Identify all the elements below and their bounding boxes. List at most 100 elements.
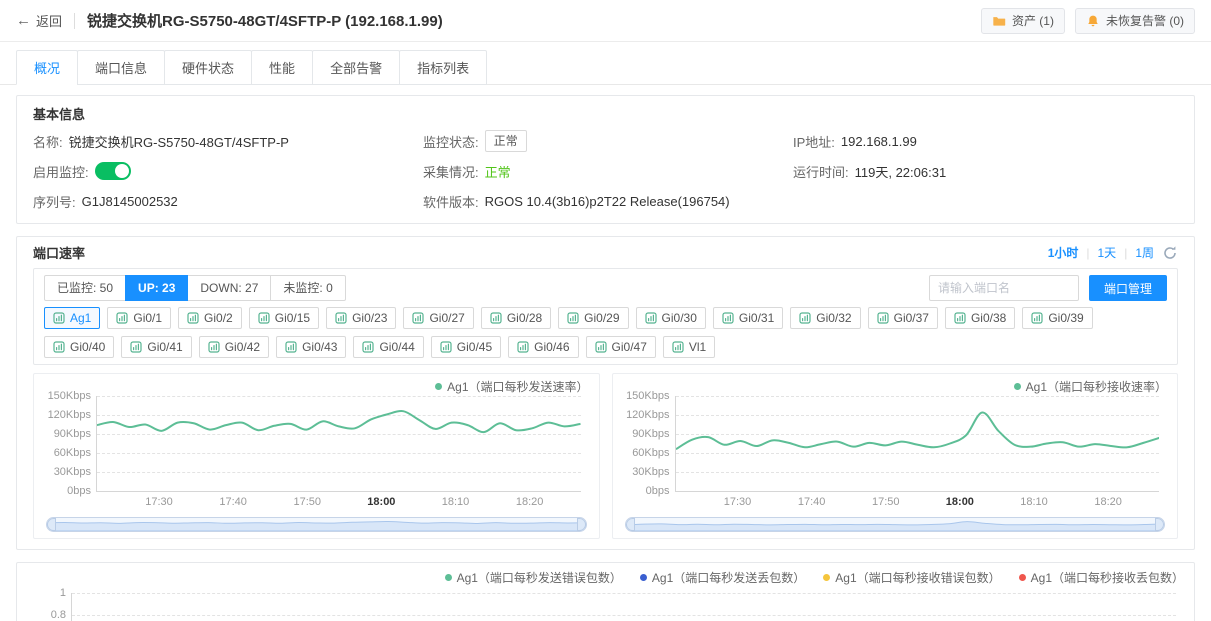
field-name: 名称: 锐捷交换机RG-S5750-48GT/4SFTP-P xyxy=(33,129,423,153)
topbar: ← 返回 锐捷交换机RG-S5750-48GT/4SFTP-P (192.168… xyxy=(0,0,1211,42)
slider-handle-left[interactable] xyxy=(47,518,56,531)
port-icon xyxy=(567,312,579,324)
packet-legend-item: Ag1（端口每秒发送错误包数） xyxy=(444,569,622,586)
field-value: 锐捷交换机RG-S5750-48GT/4SFTP-P xyxy=(68,134,289,150)
tab-port-info[interactable]: 端口信息 xyxy=(77,50,166,85)
tab-metric-list[interactable]: 指标列表 xyxy=(399,50,488,85)
port-chip[interactable]: Gi0/23 xyxy=(326,307,397,329)
back-button[interactable]: ← 返回 xyxy=(16,11,62,30)
port-chip-label: Gi0/28 xyxy=(506,311,543,325)
tab-overview[interactable]: 概况 xyxy=(16,50,79,85)
port-chip[interactable]: Gi0/37 xyxy=(867,307,938,329)
port-chip[interactable]: Gi0/30 xyxy=(635,307,706,329)
port-chip[interactable]: Vl1 xyxy=(662,336,716,358)
period-option[interactable]: 1周 xyxy=(1135,244,1154,261)
field-software-version: 软件版本: RGOS 10.4(3b16)p2T22 Release(196754… xyxy=(423,189,793,213)
port-chip[interactable]: Gi0/41 xyxy=(121,336,192,358)
port-chip-label: Gi0/41 xyxy=(147,340,183,354)
port-icon xyxy=(1031,312,1043,324)
tab-performance[interactable]: 性能 xyxy=(251,50,314,85)
range-slider-area xyxy=(47,518,586,531)
port-chip[interactable]: Gi0/29 xyxy=(558,307,629,329)
range-slider[interactable] xyxy=(624,517,1165,532)
port-chip[interactable]: Gi0/1 xyxy=(107,307,172,329)
tab-all-alarms[interactable]: 全部告警 xyxy=(312,50,401,85)
x-axis-label: 17:50 xyxy=(871,496,900,508)
port-chip[interactable]: Gi0/38 xyxy=(944,307,1016,329)
status-filter-up[interactable]: UP: 23 xyxy=(125,275,189,301)
back-arrow-icon: ← xyxy=(16,12,31,29)
unrecovered-alarm-button[interactable]: 未恢复告警 (0) xyxy=(1074,7,1195,34)
status-filter-down[interactable]: DOWN: 27 xyxy=(187,275,272,301)
port-chip[interactable]: Gi0/45 xyxy=(430,336,502,358)
slider-handle-right[interactable] xyxy=(576,518,586,531)
asset-button[interactable]: 资产 (1) xyxy=(980,7,1065,34)
x-axis-label: 18:10 xyxy=(1020,496,1048,508)
period-option[interactable]: 1天 xyxy=(1098,244,1117,261)
gridline xyxy=(72,593,1176,594)
y-axis-label: 30Kbps xyxy=(53,466,91,478)
port-search-input[interactable] xyxy=(928,275,1079,301)
port-chip[interactable]: Ag1 xyxy=(44,307,101,329)
status-filter-unmonitored[interactable]: 未监控: 0 xyxy=(270,275,346,301)
port-chip-label: Gi0/37 xyxy=(893,311,929,325)
tab-hardware-status[interactable]: 硬件状态 xyxy=(164,50,253,85)
field-uptime: 运行时间: 119天, 22:06:31 xyxy=(793,159,1178,183)
refresh-icon[interactable] xyxy=(1162,245,1178,261)
port-chip-label: Gi0/38 xyxy=(970,311,1007,325)
rate-line-chart xyxy=(676,396,1160,491)
port-icon xyxy=(130,341,142,353)
folder-icon xyxy=(993,16,1006,26)
field-label: IP地址: xyxy=(793,134,835,150)
port-chip[interactable]: Gi0/42 xyxy=(198,336,270,358)
field-label: 序列号: xyxy=(33,194,76,210)
device-detail-page: ← 返回 锐捷交换机RG-S5750-48GT/4SFTP-P (192.168… xyxy=(0,0,1211,621)
port-chip[interactable]: Gi0/39 xyxy=(1022,307,1093,329)
port-selector-box: 已监控: 50UP: 23DOWN: 27未监控: 0 端口管理 Ag1 Gi0/… xyxy=(33,268,1178,365)
port-icon xyxy=(440,341,452,353)
bell-icon xyxy=(1088,15,1098,26)
basic-info-panel: 基本信息 名称: 锐捷交换机RG-S5750-48GT/4SFTP-P 监控状态: 正… xyxy=(16,95,1195,224)
port-chip-label: Gi0/31 xyxy=(738,311,775,325)
x-axis-label: 17:30 xyxy=(723,496,752,508)
y-axis-label: 60Kbps xyxy=(632,447,670,459)
port-chip[interactable]: Gi0/15 xyxy=(248,307,320,329)
port-chip[interactable]: Gi0/28 xyxy=(480,307,552,329)
alarm-button-label: 未恢复告警 (0) xyxy=(1105,14,1184,28)
port-chip-label: Gi0/43 xyxy=(302,340,338,354)
port-chip[interactable]: Gi0/32 xyxy=(790,307,861,329)
port-chip[interactable]: Gi0/46 xyxy=(508,336,579,358)
packet-legend-item: Ag1（端口每秒接收丢包数） xyxy=(1018,569,1184,586)
port-chip[interactable]: Gi0/31 xyxy=(712,307,784,329)
port-chip-label: Gi0/29 xyxy=(584,311,620,325)
port-chip-label: Gi0/44 xyxy=(379,340,415,354)
port-chip[interactable]: Gi0/27 xyxy=(403,307,474,329)
port-status-filters: 已监控: 50 UP: 23 DOWN: 27 未监控: 0 xyxy=(44,275,346,301)
port-chip[interactable]: Gi0/44 xyxy=(353,336,424,358)
port-manage-button[interactable]: 端口管理 xyxy=(1088,275,1167,301)
x-axis-label: 18:00 xyxy=(945,496,974,508)
x-axis-labels: 17:30 17:40 17:50 18:00 18:10 18:20 xyxy=(675,494,1160,510)
port-chip[interactable]: Gi0/40 xyxy=(44,336,115,358)
packet-chart-panel: Ag1（端口每秒发送错误包数） Ag1（端口每秒发送丢包数） Ag1（端口每秒接收错… xyxy=(16,562,1195,621)
monitor-toggle[interactable] xyxy=(94,162,131,180)
status-filter-monitored[interactable]: 已监控: 50 xyxy=(44,275,127,301)
y-axis-label: 0bps xyxy=(645,485,670,497)
rate-chart-box: Ag1（端口每秒发送速率） 150Kbps 120Kbps 90Kbps 60Kbps 3… xyxy=(33,373,600,539)
y-axis-label: 0bps xyxy=(67,485,91,497)
port-rate-head: 端口速率 1小时 | 1天 | 1周 xyxy=(17,237,1194,268)
field-ip-address: IP地址: 192.168.1.99 xyxy=(793,129,1178,153)
packet-plot: 10.80.60.40.20 xyxy=(51,587,1176,621)
port-icon xyxy=(722,312,734,324)
x-axis-label: 18:00 xyxy=(367,496,396,508)
field-label: 监控状态: xyxy=(423,134,479,150)
port-chip[interactable]: Gi0/47 xyxy=(585,336,656,358)
range-slider[interactable] xyxy=(46,517,587,532)
topbar-left: ← 返回 锐捷交换机RG-S5750-48GT/4SFTP-P (192.168… xyxy=(16,10,443,31)
port-rate-head-right: 1小时 | 1天 | 1周 xyxy=(1048,244,1178,261)
field-label: 运行时间: xyxy=(793,164,849,180)
port-chip[interactable]: Gi0/2 xyxy=(178,307,242,329)
y-axis-label: 150Kbps xyxy=(626,390,670,402)
port-chip[interactable]: Gi0/43 xyxy=(276,336,347,358)
period-option[interactable]: 1小时 xyxy=(1048,244,1079,261)
